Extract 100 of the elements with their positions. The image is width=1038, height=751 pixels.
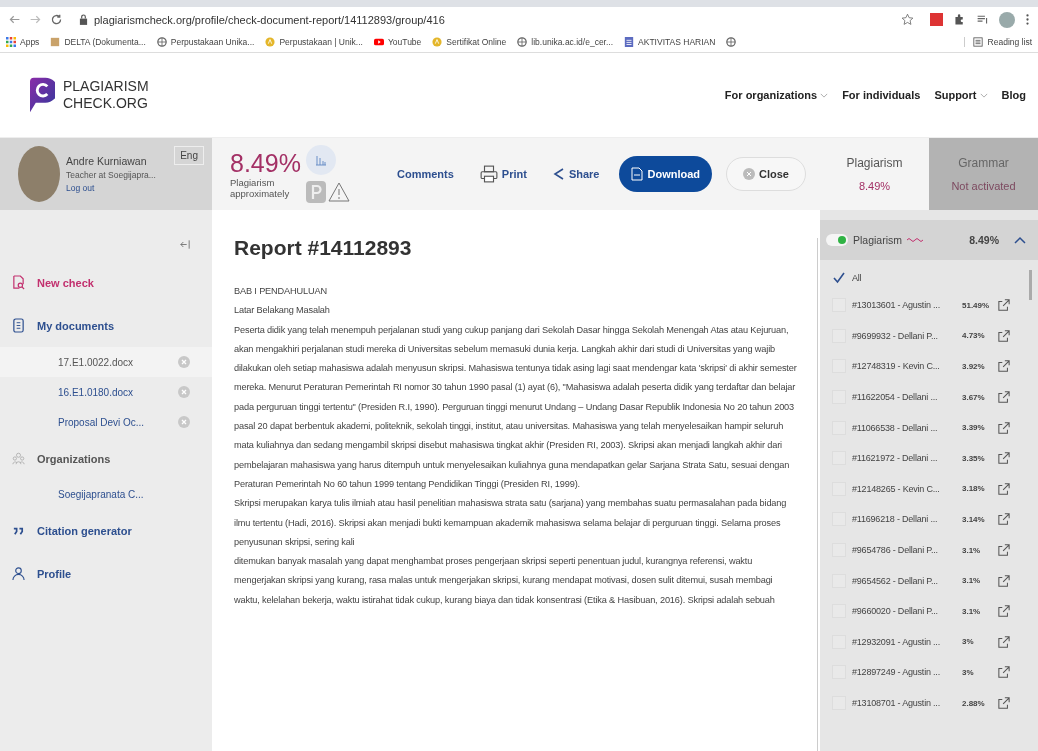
logo-text[interactable]: PLAGIARISM CHECK.ORG xyxy=(63,78,149,112)
bookmark[interactable]: Perpustakaan | Unik... xyxy=(265,37,363,47)
external-link-icon[interactable] xyxy=(998,452,1010,465)
external-link-icon[interactable] xyxy=(998,513,1010,526)
comments-button[interactable]: Comments xyxy=(391,164,460,184)
bookmark[interactable]: lib.unika.ac.id/e_cer... xyxy=(517,37,614,47)
nav-link[interactable]: For organizations xyxy=(724,89,829,101)
chevron-down-icon xyxy=(820,92,829,98)
bookmark[interactable]: AKTIVITAS HARIAN xyxy=(624,37,716,47)
address-bar[interactable]: plagiarismcheck.org/profile/check-document-report/14112893/group/416 xyxy=(71,9,922,30)
back-icon[interactable] xyxy=(8,13,21,26)
external-link-icon[interactable] xyxy=(998,697,1010,709)
source-label: #12897249 - Agustin ... xyxy=(852,667,941,678)
download-button[interactable]: Download xyxy=(619,156,713,192)
chevron-down-icon xyxy=(979,92,988,98)
source-percent: 3.39% xyxy=(962,423,986,433)
menu-icon[interactable] xyxy=(1025,13,1030,26)
external-link-icon[interactable] xyxy=(998,299,1010,312)
reading-list-button[interactable]: Reading list xyxy=(963,37,1032,47)
source-label: All xyxy=(852,273,863,283)
apps-grid-icon xyxy=(6,37,16,47)
source-percent: 2.88% xyxy=(962,698,986,708)
playlist-icon[interactable] xyxy=(976,13,989,26)
source-percent: 3.67% xyxy=(962,392,986,402)
globe-icon xyxy=(726,37,737,47)
bookmark[interactable] xyxy=(726,37,737,47)
wavy-line-icon xyxy=(907,237,925,243)
share-icon xyxy=(552,167,565,181)
warning-icon xyxy=(328,182,350,202)
external-link-icon[interactable] xyxy=(998,605,1010,618)
document-item[interactable]: Soegijapranata C... xyxy=(0,480,212,509)
checkbox[interactable] xyxy=(832,271,846,285)
toggle-switch[interactable] xyxy=(826,234,848,246)
language-button[interactable]: Eng xyxy=(174,146,204,165)
print-button[interactable]: Print xyxy=(473,161,533,187)
sidebar-item[interactable]: Citation generator xyxy=(0,509,212,552)
external-link-icon[interactable] xyxy=(998,544,1010,557)
external-link-icon[interactable] xyxy=(998,666,1010,679)
user-role: Teacher at Soegijapra... xyxy=(66,170,157,180)
source-label: #9654562 - Dellani P... xyxy=(852,575,939,586)
bar-chart-icon xyxy=(315,154,327,166)
nav-link[interactable]: Support xyxy=(934,89,988,101)
nav-link[interactable]: For individuals xyxy=(842,89,921,101)
source-label: #11622054 - Dellani ... xyxy=(852,392,939,403)
source-label: #9654786 - Dellani P... xyxy=(852,545,939,556)
external-link-icon[interactable] xyxy=(998,482,1010,495)
bookmark[interactable]: Sertifikat Online xyxy=(432,37,507,47)
source-label: #13013601 - Agustin ... xyxy=(852,300,941,311)
bookmark[interactable]: YouTube xyxy=(373,37,422,47)
plagiarism-section-header[interactable]: Plagiarism 8.49% xyxy=(820,220,1038,260)
printer-icon xyxy=(479,165,498,183)
avatar-icon[interactable] xyxy=(999,11,1015,28)
report-paragraph: ditemukan banyak masalah yang dapat menghambat proses pengerjaan skripsi seperti penentuan judul, kurangnya referensi, waktu mengerjakan skripsi yang kurang, rasa malas untuk mengerjakan skripsi, kurang mendapat motivasi, dosen sulit ditemui, susah membagi waktu, kelelahan bekerja, waktu istirahat tidak cukup, kurang biaya dan tidak konsentrasi (Etika & Hasibuan, 2016). Skripsi adalah sebuah xyxy=(234,555,776,607)
logout-link[interactable]: Log out xyxy=(66,183,169,193)
forward-icon[interactable] xyxy=(29,13,42,26)
external-link-icon[interactable] xyxy=(998,329,1010,342)
share-button[interactable]: Share xyxy=(546,163,606,185)
source-percent: 3.1% xyxy=(962,606,982,616)
page-icon xyxy=(50,37,61,47)
globe-icon xyxy=(517,37,528,47)
sidebar-item[interactable]: Organizations xyxy=(0,437,212,480)
external-link-icon[interactable] xyxy=(998,360,1010,373)
source-percent: 3.35% xyxy=(962,453,986,463)
document-item[interactable]: 16.E1.0180.docx xyxy=(0,377,212,407)
avatar xyxy=(18,146,60,202)
external-link-icon[interactable] xyxy=(998,574,1010,587)
source-percent: 4.73% xyxy=(962,331,986,341)
source-label: #12748319 - Kevin C... xyxy=(852,361,941,372)
source-label: #11696218 - Dellani ... xyxy=(852,514,939,525)
result-tab[interactable]: Plagiarism 8.49% xyxy=(820,138,929,210)
reload-icon[interactable] xyxy=(50,13,63,26)
p-logo-icon xyxy=(306,181,326,203)
nav-link[interactable]: Blog xyxy=(1001,89,1026,101)
source-label: #12932091 - Agustin ... xyxy=(852,636,941,647)
sidebar-item[interactable]: My documents xyxy=(0,304,212,347)
source-percent: 3.18% xyxy=(962,484,986,494)
report-paragraph: BAB I PENDAHULUAN xyxy=(234,285,328,298)
chart-button[interactable] xyxy=(306,145,336,175)
collapse-icon[interactable] xyxy=(180,240,190,249)
source-label: #11066538 - Dellani ... xyxy=(852,422,939,433)
sidebar-item[interactable]: Profile xyxy=(0,552,212,595)
chevron-icon[interactable] xyxy=(1014,236,1026,244)
sidebar-item[interactable]: New check xyxy=(0,261,212,304)
logo-icon[interactable] xyxy=(30,77,55,113)
puzzle-icon[interactable] xyxy=(953,13,966,26)
document-item[interactable]: Proposal Devi Oc... xyxy=(0,407,212,437)
person-icon xyxy=(12,566,25,581)
bookmark[interactable]: Apps xyxy=(6,37,40,47)
source-percent: 3.1% xyxy=(962,576,982,586)
user-name: Andre Kurniawan xyxy=(66,155,148,167)
report-paragraph: Latar Belakang Masalah xyxy=(234,304,331,318)
bookmark[interactable]: DELTA (Dokumenta... xyxy=(50,37,146,47)
external-link-icon[interactable] xyxy=(998,391,1010,404)
external-link-icon[interactable] xyxy=(998,421,1010,434)
document-item[interactable]: 17.E1.0022.docx xyxy=(0,347,212,377)
close-button[interactable]: Close xyxy=(726,157,806,191)
documents-icon xyxy=(12,318,25,333)
star-icon[interactable] xyxy=(901,13,914,26)
bookmark[interactable]: Perpustakaan Unika... xyxy=(156,37,255,47)
external-link-icon[interactable] xyxy=(998,635,1010,648)
